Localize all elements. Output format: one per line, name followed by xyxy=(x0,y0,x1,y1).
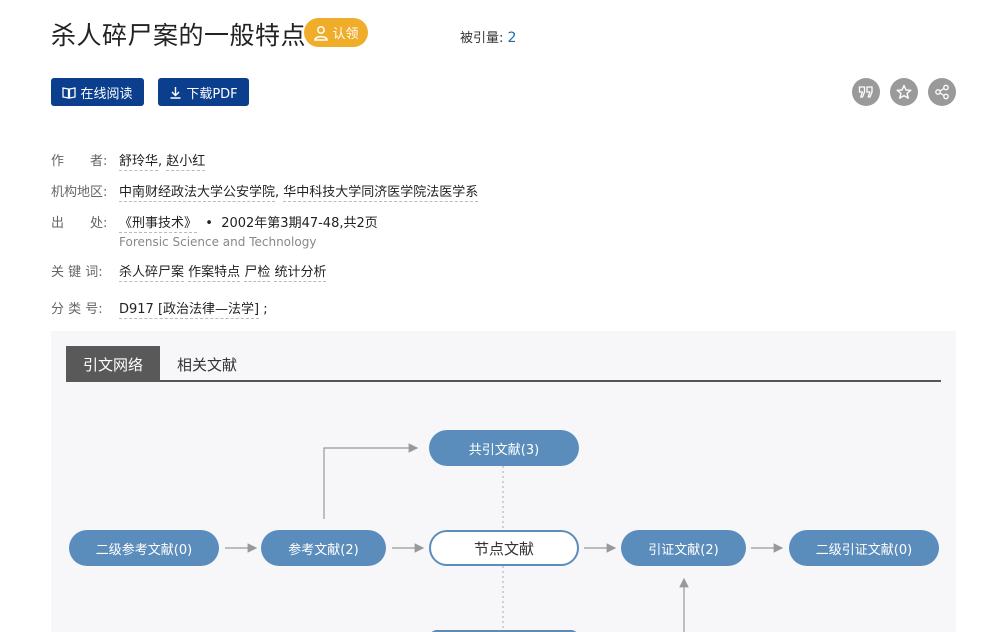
claim-label: 认领 xyxy=(332,27,359,42)
node-center[interactable]: 节点文献 xyxy=(429,530,579,566)
org-link[interactable]: 华中科技大学同济医学院法医学系 xyxy=(283,185,479,202)
page-title: 杀人碎尸案的一般特点 xyxy=(51,21,307,50)
source-label: 出 处: xyxy=(51,216,108,231)
org-row: 机构地区: 中南财经政法大学公安学院, 华中科技大学同济医学院法医学系 xyxy=(51,181,479,202)
user-icon xyxy=(314,25,329,41)
download-pdf-button[interactable]: 下载PDF xyxy=(158,78,249,106)
claim-button[interactable]: 认领 xyxy=(304,18,368,47)
author-link[interactable]: 舒玲华 xyxy=(119,154,159,171)
org-label: 机构地区: xyxy=(51,185,108,200)
keyword-link[interactable]: 尸检 xyxy=(244,265,271,282)
quote-icon xyxy=(858,86,873,98)
favorite-button[interactable] xyxy=(890,78,918,106)
author-row: 作 者: 舒玲华, 赵小红 xyxy=(51,150,206,171)
classification-label: 分 类 号: xyxy=(51,302,103,317)
classification-suffix: ; xyxy=(263,302,268,317)
read-online-button[interactable]: 在线阅读 xyxy=(51,78,144,106)
node-second-refs[interactable]: 二级参考文献(0) xyxy=(69,530,219,566)
author-link[interactable]: 赵小红 xyxy=(166,154,206,171)
arrow-connector xyxy=(323,443,419,519)
keywords-row: 关 键 词: 杀人碎尸案 作案特点 尸检 统计分析 xyxy=(51,261,327,282)
cite-count: 被引量: 2 xyxy=(460,27,516,46)
keywords-label: 关 键 词: xyxy=(51,265,103,280)
download-icon xyxy=(170,86,181,99)
download-pdf-label: 下载PDF xyxy=(186,86,238,102)
classification-link[interactable]: D917 [政治法律—法学] xyxy=(119,302,260,319)
node-refs[interactable]: 参考文献(2) xyxy=(261,530,386,566)
issue-info: 2002年第3期47-48,共2页 xyxy=(221,216,378,231)
cite-label: 被引量: xyxy=(460,31,504,46)
source-row: 出 处: 《刑事技术》 • 2002年第3期47-48,共2页 xyxy=(51,212,378,233)
org-link[interactable]: 中南财经政法大学公安学院 xyxy=(119,185,276,202)
node-co-citing[interactable]: 共引文献(3) xyxy=(429,430,579,466)
classification-row: 分 类 号: D917 [政治法律—法学] ; xyxy=(51,298,268,319)
keyword-link[interactable]: 作案特点 xyxy=(188,265,241,282)
network-connectors xyxy=(225,443,784,632)
citation-network-panel: 引文网络 相关文献 共引文献(3) 二级参考文献(0) 参考文献(2) 节点文献… xyxy=(51,331,956,632)
share-icon xyxy=(935,84,949,100)
read-online-label: 在线阅读 xyxy=(80,86,133,102)
quote-button[interactable] xyxy=(852,78,880,106)
keyword-link[interactable]: 统计分析 xyxy=(274,265,327,282)
author-label: 作 者: xyxy=(51,154,108,169)
cite-number[interactable]: 2 xyxy=(508,30,517,46)
journal-link[interactable]: 《刑事技术》 xyxy=(119,216,198,233)
journal-english-name: Forensic Science and Technology xyxy=(119,235,317,249)
node-second-citing[interactable]: 二级引证文献(0) xyxy=(789,530,939,566)
node-citing[interactable]: 引证文献(2) xyxy=(621,530,746,566)
share-button[interactable] xyxy=(928,78,956,106)
star-icon xyxy=(896,84,912,99)
book-icon xyxy=(62,86,77,99)
keyword-link[interactable]: 杀人碎尸案 xyxy=(119,265,185,282)
